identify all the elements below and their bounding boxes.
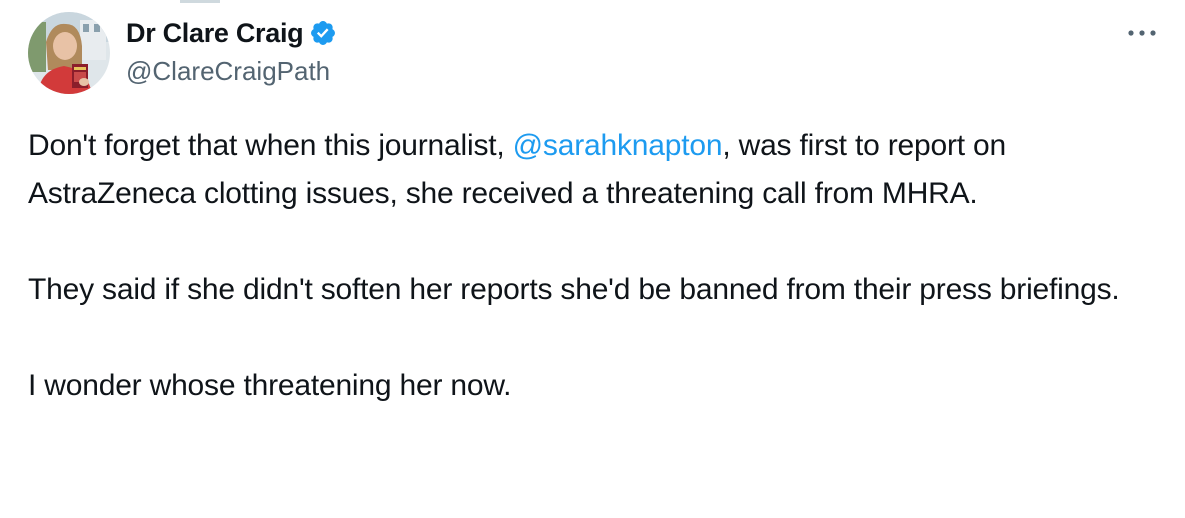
tweet[interactable]: Dr Clare Craig @ClareCraigPath Don't for… (0, 0, 1185, 518)
tweet-paragraph-3: I wonder whose threatening her now. (28, 369, 512, 402)
verified-badge-icon[interactable] (309, 19, 337, 47)
tweet-text: Don't forget that when this journalist, … (28, 122, 1168, 410)
author-info: Dr Clare Craig @ClareCraigPath (126, 14, 337, 87)
tweet-text-segment: Don't forget that when this journalist, (28, 129, 513, 162)
tweet-paragraph-1: Don't forget that when this journalist, … (28, 122, 1168, 218)
more-options-icon[interactable] (1122, 18, 1162, 48)
avatar[interactable] (28, 12, 110, 94)
tweet-paragraph-2: They said if she didn't soften her repor… (28, 273, 1120, 306)
name-row: Dr Clare Craig (126, 14, 337, 52)
mention-link[interactable]: @sarahknapton (513, 129, 723, 162)
author-handle[interactable]: @ClareCraigPath (126, 56, 337, 87)
author-display-name[interactable]: Dr Clare Craig (126, 18, 304, 49)
avatar-image (28, 12, 110, 94)
